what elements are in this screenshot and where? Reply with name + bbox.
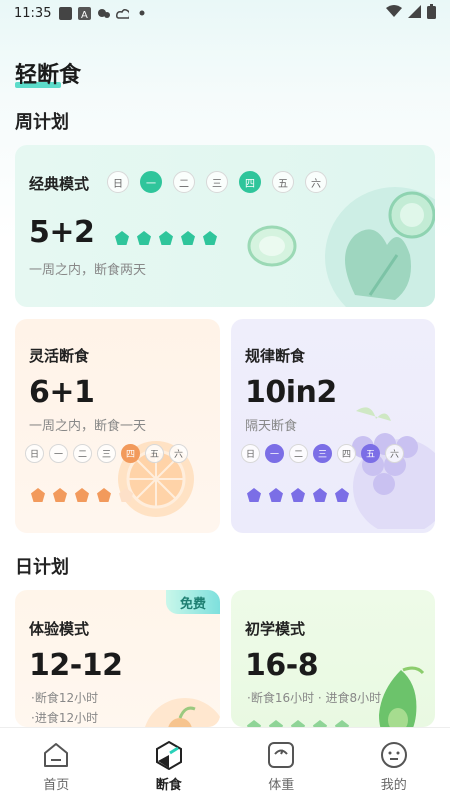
regular-progress-mark (247, 488, 261, 502)
page-title: 轻断食 (15, 63, 82, 88)
classic-mode-ratio: 5+2 (29, 215, 95, 250)
app-a-icon: A (78, 6, 92, 20)
grape-illustration (352, 407, 435, 529)
vegetable-illustration (325, 187, 435, 307)
trial-mode-ratio: 12-12 (29, 648, 123, 683)
notification-icon (59, 6, 73, 20)
regular-day-3[interactable]: 三 (313, 444, 332, 463)
classic-day-5[interactable]: 五 (272, 171, 294, 193)
flexible-day-1[interactable]: 一 (49, 444, 68, 463)
flexible-mode-ratio: 6+1 (29, 375, 95, 410)
trial-mode-title: 体验模式 (29, 620, 90, 638)
signal-icon (408, 4, 421, 22)
tab-profile[interactable]: 我的 (338, 728, 450, 801)
classic-progress-mark (203, 231, 217, 245)
scale-icon (266, 740, 296, 770)
beginner-progress (247, 720, 349, 727)
regular-day-5[interactable]: 五 (361, 444, 380, 463)
tab-home-label: 首页 (43, 778, 70, 793)
classic-mode-title: 经典模式 (29, 175, 90, 193)
flexible-day-4[interactable]: 四 (121, 444, 140, 463)
chat-icon (97, 7, 111, 20)
trial-eat-hours: ·进食12小时 (31, 711, 99, 725)
battery-icon (427, 3, 436, 23)
regular-mode-title: 规律断食 (245, 347, 306, 365)
regular-day-2[interactable]: 二 (289, 444, 308, 463)
regular-day-6[interactable]: 六 (385, 444, 404, 463)
classic-progress-mark (181, 231, 195, 245)
regular-day-4[interactable]: 四 (337, 444, 356, 463)
classic-mode-card[interactable]: 经典模式 日一二三四五六 5+2 一周之内，断食两天 (15, 145, 435, 307)
regular-progress-mark (291, 488, 305, 502)
beginner-mode-card[interactable]: 初学模式 16-8 ·断食16小时 · 进食8小时 (231, 590, 435, 727)
classic-progress (115, 231, 217, 245)
status-bar: 11:35 A (0, 0, 450, 26)
bottom-tab-bar: 首页 断食 体重 我的 (0, 727, 450, 801)
flexible-progress-mark (97, 488, 111, 502)
wifi-icon (386, 4, 402, 22)
flexible-day-6[interactable]: 六 (169, 444, 188, 463)
dot-icon (135, 7, 148, 20)
classic-day-6[interactable]: 六 (305, 171, 327, 193)
tab-weight-label: 体重 (268, 778, 295, 793)
fruit-illustration (145, 698, 220, 727)
flexible-progress-mark (31, 488, 45, 502)
flexible-progress-mark (75, 488, 89, 502)
regular-progress-mark (313, 488, 327, 502)
regular-day-selector: 日一二三四五六 (241, 444, 404, 463)
regular-day-0[interactable]: 日 (241, 444, 260, 463)
flexible-progress-mark (119, 488, 133, 502)
flexible-mode-title: 灵活断食 (29, 347, 90, 365)
status-time: 11:35 (14, 5, 52, 21)
regular-day-1[interactable]: 一 (265, 444, 284, 463)
classic-day-selector: 日一二三四五六 (107, 171, 327, 193)
classic-mode-desc: 一周之内，断食两天 (29, 263, 147, 278)
fasting-icon (154, 740, 184, 770)
free-badge: 免费 (166, 590, 220, 614)
regular-mode-desc: 隔天断食 (245, 419, 298, 434)
classic-day-4[interactable]: 四 (239, 171, 261, 193)
flexible-mode-desc: 一周之内，断食一天 (29, 419, 147, 434)
classic-day-3[interactable]: 三 (206, 171, 228, 193)
classic-day-2[interactable]: 二 (173, 171, 195, 193)
classic-progress-mark (137, 231, 151, 245)
regular-progress-mark (335, 488, 349, 502)
flexible-progress-mark (53, 488, 67, 502)
cloud-icon (116, 7, 130, 20)
tab-fasting[interactable]: 断食 (113, 728, 226, 801)
tab-weight[interactable]: 体重 (225, 728, 338, 801)
regular-mode-ratio: 10in2 (245, 375, 337, 410)
cucumber-slice-icon (247, 225, 297, 267)
daily-section-title: 日计划 (15, 557, 69, 578)
flexible-day-0[interactable]: 日 (25, 444, 44, 463)
trial-fast-hours: ·断食12小时 (31, 691, 99, 705)
regular-mode-card[interactable]: 规律断食 10in2 隔天断食 日一二三四五六 (231, 319, 435, 533)
trial-mode-card[interactable]: 免费 体验模式 12-12 ·断食12小时 ·进食12小时 (15, 590, 220, 727)
regular-progress-mark (269, 488, 283, 502)
weekly-section-title: 周计划 (15, 112, 69, 133)
home-icon (41, 740, 71, 770)
flexible-mode-card[interactable]: 灵活断食 6+1 一周之内，断食一天 日一二三四五六 (15, 319, 220, 533)
classic-day-0[interactable]: 日 (107, 171, 129, 193)
classic-progress-mark (115, 231, 129, 245)
profile-icon (379, 740, 409, 770)
svg-text:A: A (81, 10, 88, 20)
regular-progress (247, 488, 349, 502)
beginner-mode-title: 初学模式 (245, 620, 306, 638)
flexible-progress (31, 488, 133, 502)
beginner-hours: ·断食16小时 · 进食8小时 (247, 691, 382, 705)
classic-day-1[interactable]: 一 (140, 171, 162, 193)
flexible-day-5[interactable]: 五 (145, 444, 164, 463)
tab-home[interactable]: 首页 (0, 728, 113, 801)
beginner-mode-ratio: 16-8 (245, 648, 319, 683)
tab-fasting-label: 断食 (155, 778, 182, 793)
classic-progress-mark (159, 231, 173, 245)
flexible-day-3[interactable]: 三 (97, 444, 116, 463)
flexible-day-2[interactable]: 二 (73, 444, 92, 463)
flexible-day-selector: 日一二三四五六 (25, 444, 188, 463)
tab-profile-label: 我的 (380, 778, 407, 793)
